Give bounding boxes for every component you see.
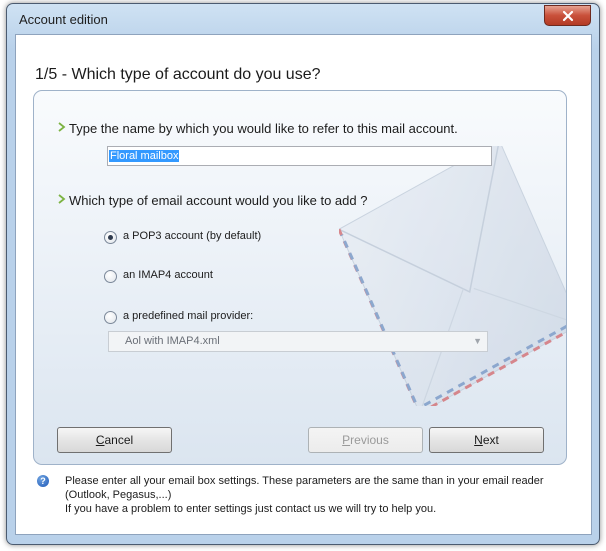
- account-name-input[interactable]: Floral mailbox: [107, 146, 492, 166]
- previous-mnemonic: P: [342, 433, 351, 447]
- next-mnemonic: N: [474, 433, 483, 447]
- radio-predefined-label[interactable]: a predefined mail provider:: [123, 310, 253, 322]
- cancel-button[interactable]: Cancel: [57, 427, 172, 453]
- close-icon: [562, 10, 573, 21]
- close-button[interactable]: [544, 5, 591, 26]
- window-title: Account edition: [19, 12, 108, 27]
- provider-select-value: Aol with IMAP4.xml: [125, 335, 220, 347]
- type-question-label: Which type of email account would you li…: [69, 193, 368, 208]
- radio-imap4-button[interactable]: [104, 270, 117, 283]
- name-question-label: Type the name by which you would like to…: [69, 121, 458, 136]
- next-button[interactable]: Next: [429, 427, 544, 453]
- title-bar[interactable]: Account edition: [7, 4, 599, 34]
- chevron-right-icon: [58, 194, 66, 204]
- previous-button[interactable]: Previous: [308, 427, 423, 453]
- help-line-1: Please enter all your email box settings…: [65, 475, 544, 501]
- step-title: 1/5 - Which type of account do you use?: [35, 66, 321, 83]
- next-label: ext: [482, 433, 499, 447]
- radio-pop3-label[interactable]: a POP3 account (by default): [123, 230, 261, 242]
- chevron-right-icon: [58, 122, 66, 132]
- chevron-down-icon: ▼: [473, 336, 482, 346]
- provider-select[interactable]: Aol with IMAP4.xml ▼: [108, 331, 488, 352]
- wizard-panel: Type the name by which you would like to…: [33, 90, 567, 465]
- radio-predefined-button[interactable]: [104, 311, 117, 324]
- help-line-2: If you have a problem to enter settings …: [65, 503, 437, 515]
- radio-pop3-button[interactable]: [104, 231, 117, 244]
- account-name-value: Floral mailbox: [109, 150, 180, 162]
- help-text: Please enter all your email box settings…: [65, 474, 575, 516]
- envelope-watermark-icon: [339, 146, 566, 406]
- dialog-client-area: 1/5 - Which type of account do you use?: [15, 34, 592, 535]
- account-edition-window: Account edition 1/5 - Which type of acco…: [6, 3, 600, 545]
- radio-imap4-label[interactable]: an IMAP4 account: [123, 269, 213, 281]
- help-question-icon: ?: [37, 475, 49, 487]
- cancel-label: ancel: [104, 433, 134, 447]
- previous-label: revious: [350, 433, 389, 447]
